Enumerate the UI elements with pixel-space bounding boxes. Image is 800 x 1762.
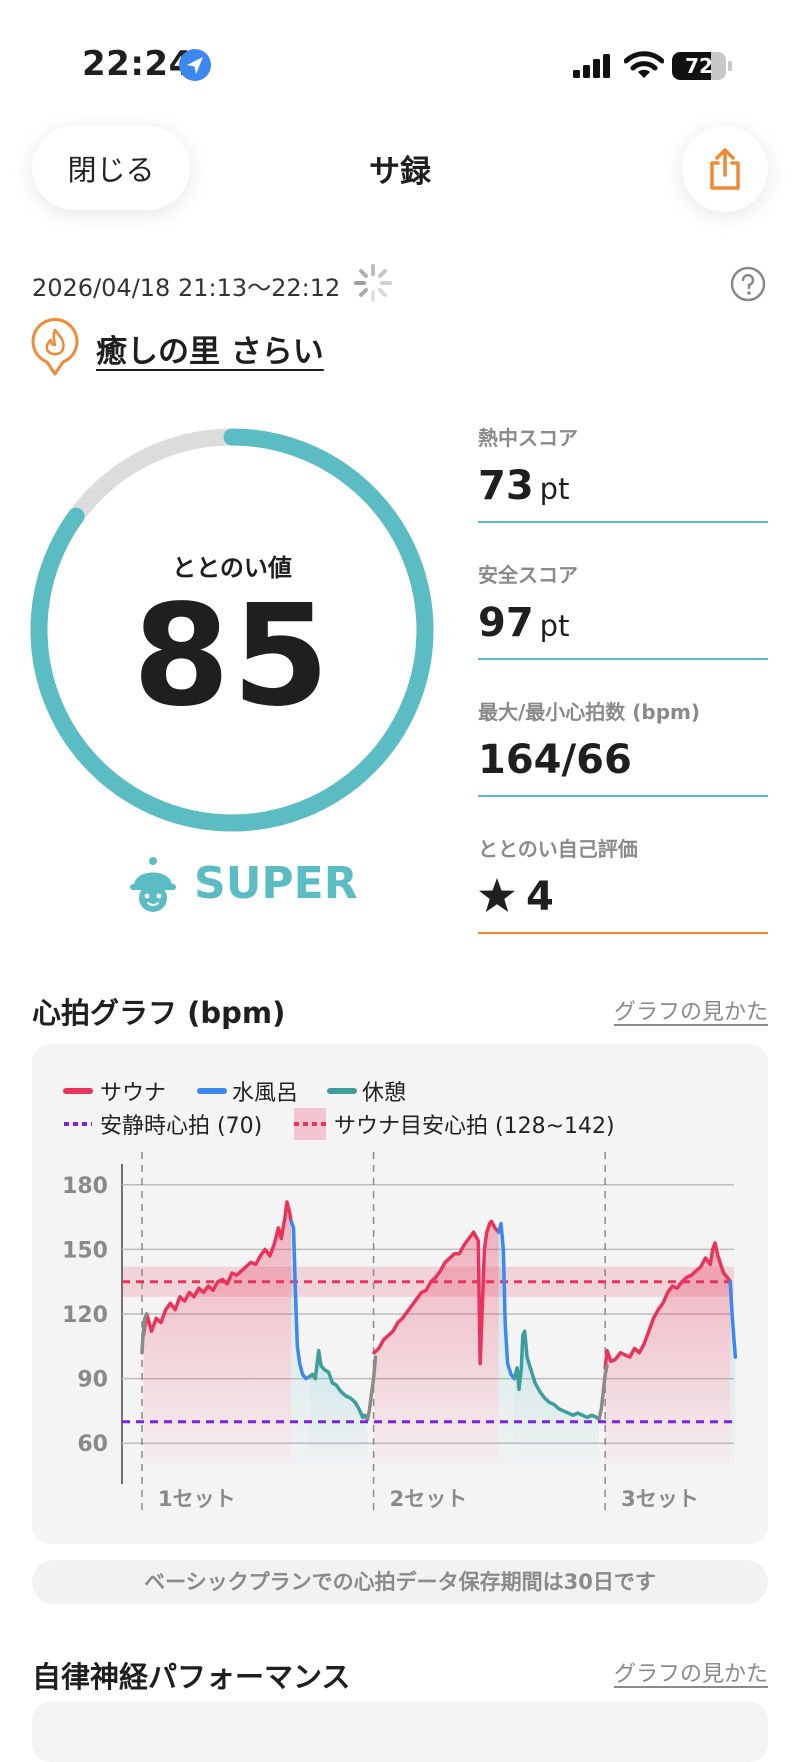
session-datetime: 2026/04/18 21:13～22:12 xyxy=(32,274,341,302)
metric-label: 熱中スコア xyxy=(478,426,578,450)
legend-label: 休憩 xyxy=(362,1081,406,1106)
metric-underline xyxy=(478,521,768,523)
set-label: 2セット xyxy=(390,1487,468,1511)
legend-rest: 休憩 xyxy=(327,1081,406,1106)
page-title: サ録 xyxy=(369,154,431,190)
series-area xyxy=(143,1202,292,1464)
location-arrow-icon xyxy=(179,49,211,81)
y-tick-label: 90 xyxy=(77,1368,108,1393)
star-icon xyxy=(479,878,515,912)
score-value: 85 xyxy=(132,575,332,738)
battery-indicator: 72 xyxy=(672,52,732,80)
self-rating[interactable]: ととのい自己評価 4 xyxy=(478,833,768,934)
autonomic-graph-guide-link[interactable]: グラフの見かた xyxy=(560,1656,768,1688)
heart-rate-max-min: 最大/最小心拍数 (bpm) 164/66 xyxy=(478,696,768,797)
y-tick-label: 180 xyxy=(62,1174,108,1199)
close-button[interactable]: 閉じる xyxy=(32,126,190,210)
metric-label: ととのい自己評価 xyxy=(478,837,638,861)
metric-value: 4 xyxy=(478,874,768,932)
rank-label: SUPER xyxy=(194,858,358,909)
metric-label: 最大/最小心拍数 (bpm) xyxy=(478,700,701,724)
legend-label: サウナ目安心拍 (128~142) xyxy=(334,1114,615,1139)
metric-underline xyxy=(478,932,768,934)
heart-rate-section-title: 心拍グラフ (bpm) xyxy=(32,996,286,1030)
heart-rate-chart-card: サウナ 水風呂 休憩 安静時心拍 (70) サウナ目安心拍 (128~142) … xyxy=(32,1044,768,1544)
legend-target-hr: サウナ目安心拍 (128~142) xyxy=(294,1108,615,1140)
metric-label: 安全スコア xyxy=(478,563,578,587)
legend-water-bath: 水風呂 xyxy=(197,1081,298,1106)
safety-score: 安全スコア 97 pt xyxy=(478,559,768,660)
set-label: 3セット xyxy=(621,1487,699,1511)
metric-value: 164/66 xyxy=(478,737,632,783)
y-tick-label: 120 xyxy=(62,1303,108,1328)
legend-label: 安静時心拍 (70) xyxy=(100,1114,262,1139)
share-button[interactable] xyxy=(682,126,768,212)
legend-label: サウナ xyxy=(100,1081,166,1106)
autonomic-chart-card xyxy=(32,1702,768,1762)
y-tick-label: 60 xyxy=(77,1432,108,1457)
help-icon[interactable] xyxy=(730,266,766,302)
legend-resting-hr: 安静時心拍 (70) xyxy=(64,1114,262,1139)
heat-score: 熱中スコア 73 pt xyxy=(478,422,768,523)
metric-value: 73 pt xyxy=(478,463,570,509)
metric-underline xyxy=(478,658,768,660)
metric-value: 97 pt xyxy=(478,600,570,646)
heart-graph-guide-link[interactable]: グラフの見かた xyxy=(560,994,768,1026)
metric-underline xyxy=(478,795,768,797)
legend-label: 水風呂 xyxy=(232,1081,298,1106)
wifi-icon xyxy=(624,51,664,78)
heart-rate-chart: サウナ 水風呂 休憩 安静時心拍 (70) サウナ目安心拍 (128~142) … xyxy=(62,1081,738,1514)
legend-sauna: サウナ xyxy=(63,1081,166,1106)
cellular-signal-icon xyxy=(573,54,610,78)
y-tick-label: 150 xyxy=(62,1238,108,1263)
sauna-hat-mascot-icon xyxy=(130,857,176,912)
sauna-fire-pin-icon xyxy=(31,318,79,376)
autonomic-section-title: 自律神経パフォーマンス xyxy=(32,1660,351,1694)
set-label: 1セット xyxy=(158,1487,236,1511)
share-icon xyxy=(710,148,740,190)
loading-spinner-icon xyxy=(354,264,392,302)
battery-level-text: 72 xyxy=(685,54,713,78)
data-retention-notice: ベーシックプランでの心拍データ保存期間は30日です xyxy=(32,1560,768,1604)
facility-link[interactable]: 癒しの里 さらい xyxy=(96,326,324,371)
status-time: 22:24 xyxy=(82,44,193,84)
chart-plot-area: 180 150 120 90 60 1セット 2セット 3セット xyxy=(62,1152,738,1514)
